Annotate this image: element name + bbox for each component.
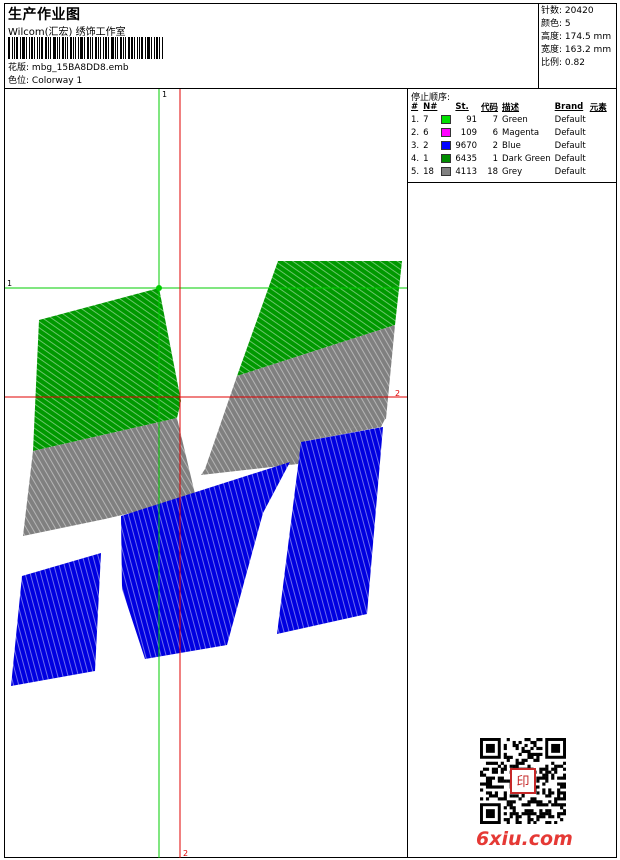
row-code: 6 [492,127,499,138]
row-brand: Default [554,140,586,151]
design-file: mbg_15BA8DD8.emb [31,63,129,73]
qr-stamp: 印 [516,775,529,790]
table-row: 5. 18 4113 18 Grey Default [409,165,609,178]
col-code: 代码 [481,103,499,113]
row-code: 1 [492,153,499,164]
color-swatch [441,114,452,124]
design-file-line: 花版: mbg_15BA8DD8.emb [8,62,129,75]
crosshair-label-green-left: 1 [7,279,12,288]
stat-width: 宽度: 163.2 mm [541,45,612,55]
blue-left [11,553,101,686]
row-index: 4. [411,153,420,164]
colorway-line: 色位: Colorway 1 [8,75,82,88]
row-stitches: 91 [466,114,478,125]
qr-code-pattern: 印 [480,738,567,825]
col-stitches: St. [455,102,469,112]
row-stitches: 109 [460,127,478,138]
col-description: 描述 [502,103,520,113]
stat-colors: 颜色: 5 [541,19,571,29]
table-row: 3. 2 9670 2 Blue Default [409,139,609,152]
col-swatch [439,101,453,113]
row-index: 3. [411,140,420,151]
col-index: # [411,102,419,112]
colorway-label: 色位: [8,76,30,86]
barcode-image [8,37,196,59]
table-row: 4. 1 6435 1 Dark Green Default [409,152,609,165]
table-row: 1. 7 91 7 Green Default [409,113,609,126]
start-point-marker [156,285,162,291]
col-needle: N# [423,102,438,112]
table-divider [407,182,617,183]
row-swatch [439,113,453,126]
qr-code-image: 印 [480,738,567,825]
crosshair-label-red-bottom: 2 [183,849,188,858]
row-index: 5. [411,166,420,177]
design-preview: 1 1 2 2 [5,89,407,858]
row-index: 2. [411,127,420,138]
row-brand: Default [554,127,586,138]
crosshair-label-green-top: 1 [162,90,167,99]
table-header-row: # N# St. 代码 描述 Brand 元素 [409,101,609,113]
row-code: 2 [492,140,499,151]
row-description: Green [502,114,528,125]
color-swatch [441,153,452,163]
stat-scale: 比例: 0.82 [541,58,585,68]
row-needle: 1 [423,153,429,164]
row-code: 7 [492,114,499,125]
row-needle: 7 [423,114,429,125]
row-index: 1. [411,114,420,125]
row-stitches: 6435 [455,153,478,164]
row-needle: 6 [423,127,429,138]
design-stats: 针数: 20420 颜色: 5 高度: 174.5 mm 宽度: 163.2 m… [541,5,611,70]
col-brand: Brand [554,102,584,112]
design-label: 花版: [8,63,30,73]
table-row: 2. 6 109 6 Magenta Default [409,126,609,139]
watermark-logo: 6xiu.com [476,828,573,850]
row-swatch [439,165,453,178]
color-sequence-table: # N# St. 代码 描述 Brand 元素 1. 7 91 7 Green Defau… [409,101,609,178]
row-stitches: 4113 [455,166,478,177]
row-swatch [439,152,453,165]
color-swatch [441,127,452,137]
color-swatch [441,166,452,176]
row-description: Magenta [502,127,540,138]
crosshair-label-red-right: 2 [395,389,400,398]
col-element: 元素 [589,103,607,113]
stat-height: 高度: 174.5 mm [541,32,612,42]
stats-divider [538,3,539,89]
colorway-value: Colorway 1 [31,76,83,86]
page-title: 生产作业图 [8,7,81,23]
company-name: Wilcom(汇宏) 绣饰工作室 [8,27,126,38]
row-description: Grey [502,166,523,177]
row-stitches: 9670 [455,140,478,151]
row-brand: Default [554,153,586,164]
row-code: 18 [487,166,499,177]
embroidery-design: 1 1 2 2 [5,89,407,858]
sidebar-divider [407,89,408,858]
row-brand: Default [554,114,586,125]
row-swatch [439,139,453,152]
color-swatch [441,140,452,150]
row-needle: 18 [423,166,434,177]
row-needle: 2 [423,140,429,151]
row-swatch [439,126,453,139]
row-brand: Default [554,166,586,177]
stat-stitches: 针数: 20420 [541,6,594,16]
row-description: Dark Green [502,153,551,164]
row-description: Blue [502,140,521,151]
